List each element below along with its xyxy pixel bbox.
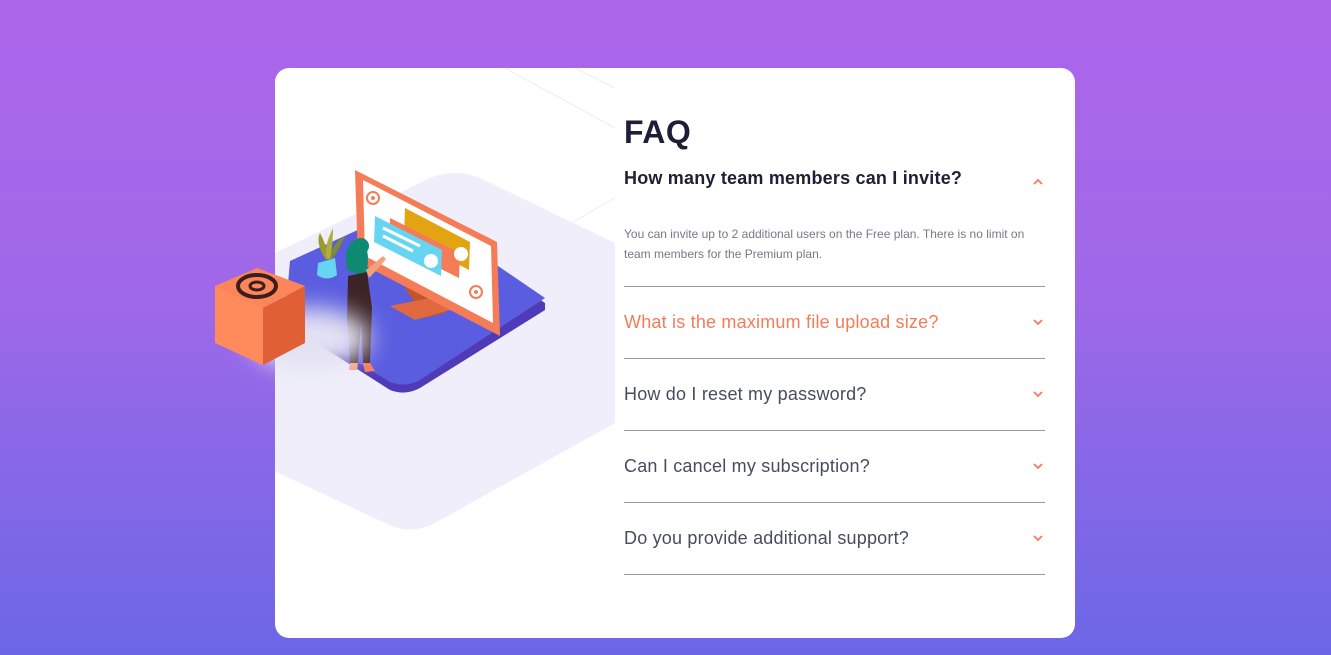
chevron-down-icon [1033, 462, 1043, 472]
faq-item: What is the maximum file upload size? [624, 287, 1045, 359]
faq-item: Do you provide additional support? [624, 503, 1045, 575]
faq-question-text: What is the maximum file upload size? [624, 312, 939, 332]
chevron-down-icon [1033, 318, 1043, 328]
faq-question-button[interactable]: Can I cancel my subscription? [624, 431, 1045, 502]
page-title: FAQ [624, 114, 692, 150]
chevron-down-icon [1033, 390, 1043, 400]
faq-question-text: How many team members can I invite? [624, 168, 963, 188]
faq-question-button[interactable]: Do you provide additional support? [624, 503, 1045, 574]
faq-question-text: How do I reset my password? [624, 384, 867, 404]
faq-item: Can I cancel my subscription? [624, 431, 1045, 503]
faq-question-button[interactable]: How do I reset my password? [624, 359, 1045, 430]
faq-question-button[interactable]: What is the maximum file upload size? [624, 287, 1045, 358]
faq-item: How do I reset my password? [624, 359, 1045, 431]
faq-card: FAQ How many team members can I invite? … [215, 68, 1075, 638]
woman-online-desktop-illustration [215, 170, 545, 393]
faq-item: How many team members can I invite? You … [624, 158, 1045, 287]
chevron-down-icon [1033, 534, 1043, 544]
faq-question-text: Can I cancel my subscription? [624, 456, 870, 476]
chevron-up-icon [1033, 176, 1043, 186]
faq-question-text: Do you provide additional support? [624, 528, 909, 548]
faq-answer-text: You can invite up to 2 additional users … [624, 227, 1025, 261]
faq-panel: FAQ How many team members can I invite? … [624, 112, 1045, 575]
faq-question-button[interactable]: How many team members can I invite? [624, 158, 1045, 208]
